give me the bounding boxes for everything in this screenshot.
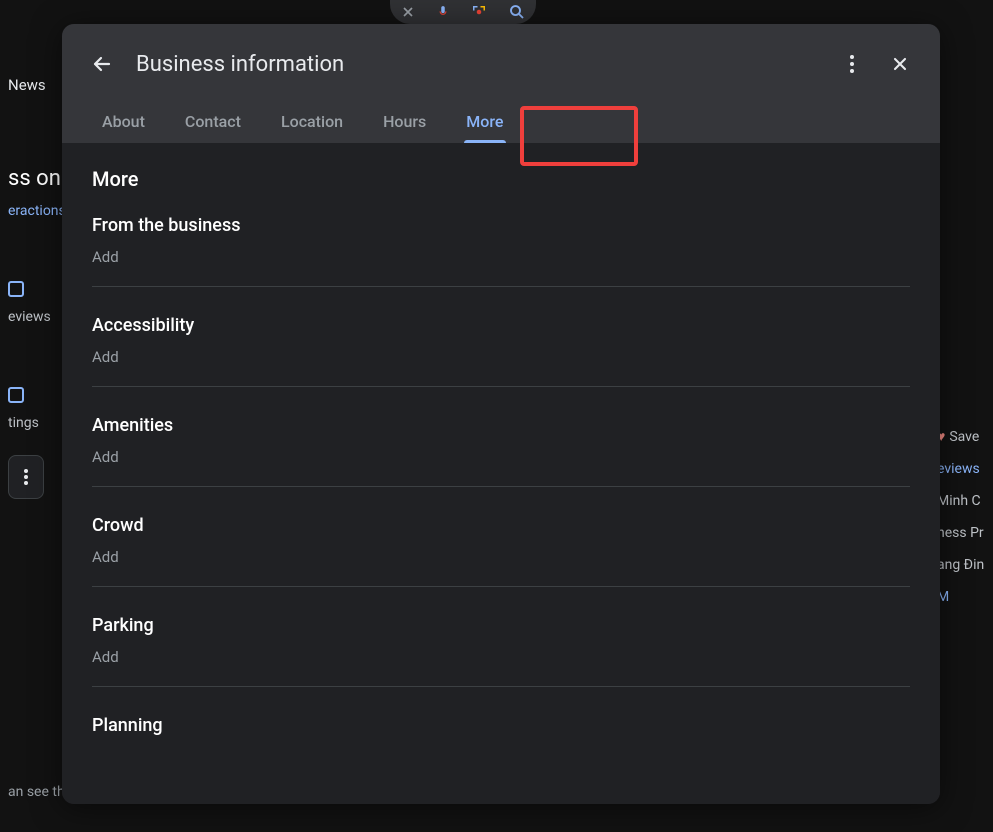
- subsection-crowd: Crowd Add: [92, 515, 910, 587]
- add-from-business-link[interactable]: Add: [92, 248, 910, 266]
- tab-more[interactable]: More: [446, 100, 523, 143]
- close-icon: [890, 54, 910, 74]
- subsection-title: Planning: [92, 715, 910, 736]
- tab-location[interactable]: Location: [261, 100, 363, 143]
- modal-title: Business information: [136, 52, 832, 77]
- subsection-planning: Planning: [92, 715, 910, 768]
- bg-saved-label: Save: [949, 429, 979, 445]
- close-icon: [400, 4, 416, 20]
- add-accessibility-link[interactable]: Add: [92, 348, 910, 366]
- bg-minh: Minh C: [933, 485, 993, 517]
- modal-body[interactable]: More From the business Add Accessibility…: [62, 143, 940, 804]
- modal-tabs: About Contact Location Hours More: [82, 100, 920, 143]
- subsection-accessibility: Accessibility Add: [92, 315, 910, 387]
- bg-ang: ang Đin: [933, 549, 993, 581]
- subsection-amenities: Amenities Add: [92, 415, 910, 487]
- tab-about[interactable]: About: [82, 100, 165, 143]
- bg-interactions-link: eractions: [0, 197, 62, 225]
- bg-left-sidebar: News ss on eractions eviews tings: [0, 70, 62, 437]
- back-button[interactable]: [82, 44, 122, 84]
- subsection-title: Crowd: [92, 515, 910, 536]
- more-options-button[interactable]: [832, 44, 872, 84]
- bg-title-fragment: ss on: [0, 160, 62, 197]
- add-parking-link[interactable]: Add: [92, 648, 910, 666]
- bg-reviews-right: eviews: [933, 453, 993, 485]
- bg-reviews-label: eviews: [0, 303, 62, 331]
- add-crowd-link[interactable]: Add: [92, 548, 910, 566]
- subsection-parking: Parking Add: [92, 615, 910, 687]
- bg-right-panel: ♥Save eviews Minh C ness Pr ang Đin M: [933, 420, 993, 613]
- section-heading-more: More: [92, 167, 910, 191]
- bg-ness: ness Pr: [933, 517, 993, 549]
- mic-icon: [436, 3, 450, 21]
- subsection-title: Parking: [92, 615, 910, 636]
- bg-settings-label: tings: [0, 409, 62, 437]
- tab-contact[interactable]: Contact: [165, 100, 261, 143]
- bg-search-tools: [390, 0, 536, 24]
- bg-icon-placeholder: [8, 281, 24, 297]
- modal-header: Business information About Contact Locat…: [62, 24, 940, 143]
- search-icon: [508, 3, 526, 21]
- bg-menu-button[interactable]: [8, 455, 44, 499]
- subsection-title: Accessibility: [92, 315, 910, 336]
- bg-am: M: [933, 581, 993, 613]
- bg-news-tab: News: [0, 70, 62, 100]
- more-vert-icon: [850, 55, 854, 73]
- arrow-back-icon: [90, 52, 114, 76]
- subsection-from-business: From the business Add: [92, 215, 910, 287]
- business-info-modal: Business information About Contact Locat…: [62, 24, 940, 804]
- subsection-title: Amenities: [92, 415, 910, 436]
- subsection-title: From the business: [92, 215, 910, 236]
- tab-hours[interactable]: Hours: [363, 100, 446, 143]
- close-button[interactable]: [880, 44, 920, 84]
- lens-icon: [470, 3, 488, 21]
- bg-icon-placeholder-2: [8, 387, 24, 403]
- add-amenities-link[interactable]: Add: [92, 448, 910, 466]
